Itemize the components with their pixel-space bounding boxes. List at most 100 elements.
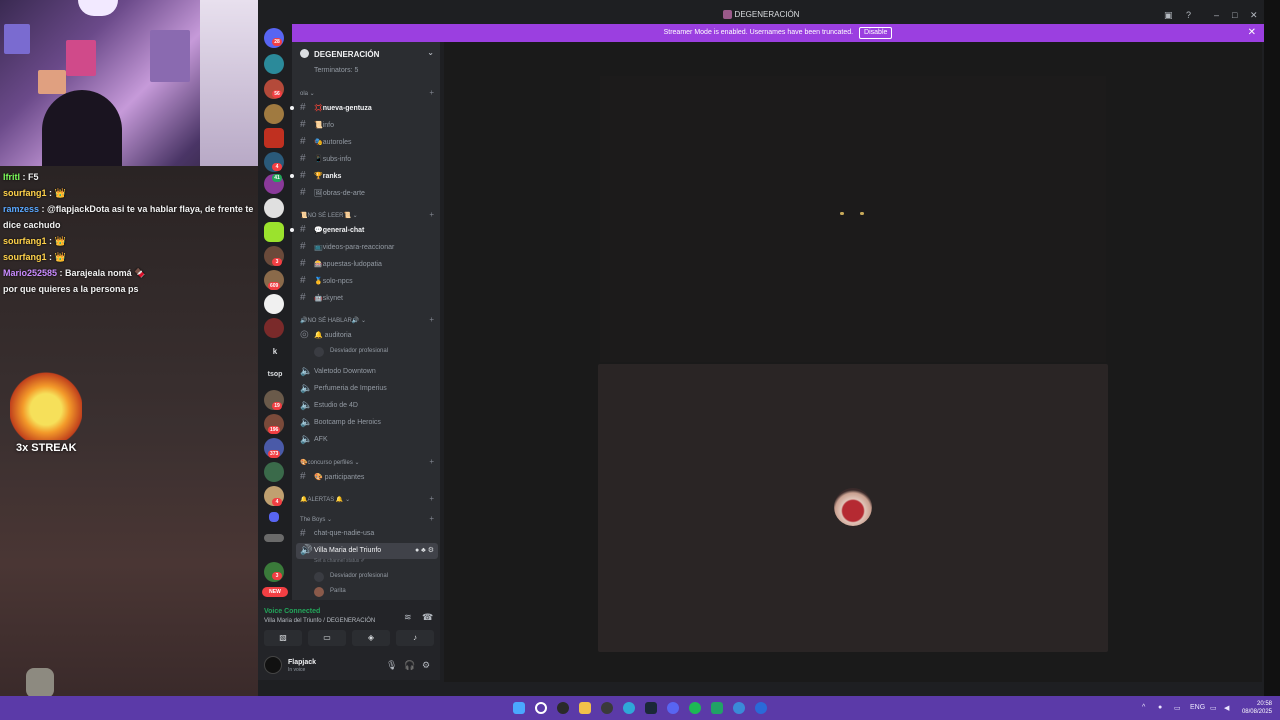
channel-participantes[interactable]: # 🎨 participantes	[292, 469, 440, 485]
soundboard-button[interactable]: ♪	[396, 630, 434, 646]
file-explorer-icon[interactable]	[579, 702, 591, 714]
username[interactable]: Flapjack	[288, 659, 316, 666]
channel-info[interactable]: # 📜info	[292, 117, 440, 133]
category-alertas[interactable]: 🔔ALERTAS 🔔 ⌄	[300, 496, 350, 503]
channel-autoroles[interactable]: # 🎭autoroles	[292, 134, 440, 150]
participant-tile[interactable]	[598, 364, 1108, 652]
stage-icon: ◎	[300, 329, 309, 340]
channel-estudio[interactable]: 🔈 Estudio de 4D	[292, 398, 440, 414]
noise-suppression-icon[interactable]: ≋	[404, 612, 412, 623]
server-icon[interactable]	[264, 294, 284, 314]
microphone-icon[interactable]: ●	[1158, 704, 1162, 711]
server-letter-tsop[interactable]: tsop	[258, 371, 292, 378]
chevron-up-icon[interactable]: ^	[1142, 704, 1145, 711]
add-channel-icon[interactable]: +	[429, 494, 434, 503]
disconnect-icon[interactable]: ☎	[422, 612, 433, 623]
steam-icon[interactable]	[645, 702, 657, 714]
volume-icon[interactable]: ◀	[1224, 704, 1229, 712]
voice-member[interactable]: Desviador profesional	[314, 347, 388, 357]
channel-obras-de-arte[interactable]: # 🖼obras-de-arte	[292, 185, 440, 201]
voice-status[interactable]: Voice Connected	[264, 608, 320, 615]
speaker-icon: 🔈	[300, 434, 313, 445]
channel-chat-que-nadie-usa[interactable]: # chat-que-nadie-usa	[292, 526, 440, 542]
clock-date: 08/08/2025	[1241, 709, 1272, 715]
server-icon[interactable]	[264, 54, 284, 74]
streak-dog-image	[10, 372, 82, 440]
search-icon[interactable]	[535, 702, 547, 714]
microphone-icon[interactable]: 🎙	[386, 660, 397, 671]
app-icon[interactable]	[755, 702, 767, 714]
server-letter-k[interactable]: k	[258, 347, 292, 356]
disable-streamer-button[interactable]: Disable	[859, 27, 893, 39]
discord-icon[interactable]	[667, 702, 679, 714]
server-icon[interactable]	[264, 534, 284, 542]
share-screen-button[interactable]: ▭	[308, 630, 346, 646]
avatar[interactable]	[264, 656, 282, 674]
category-no-se-hablar[interactable]: 🔊NO SÉ HABLAR🔊 ⌄	[300, 317, 366, 324]
channel-ranks[interactable]: # 🏆ranks	[290, 168, 440, 184]
category-concurso[interactable]: 🎨concurso perfiles ⌄	[300, 459, 360, 466]
server-icon[interactable]	[264, 128, 284, 148]
clock[interactable]: 20:58 08/08/2025	[1242, 700, 1272, 716]
chevron-down-icon[interactable]: ⌄	[427, 48, 434, 57]
channel-villa-maria[interactable]: 🔊 Villa Maria del Triunfo ● ♣ ⚙	[296, 543, 438, 559]
server-icon[interactable]	[264, 104, 284, 124]
browser-icon[interactable]	[733, 702, 745, 714]
channel-subs-info[interactable]: # 📱subs-info	[292, 151, 440, 167]
streamer-banner-text: Streamer Mode is enabled. Usernames have…	[663, 29, 854, 36]
wall-poster	[38, 70, 66, 94]
network-icon[interactable]: ▭	[1210, 704, 1217, 712]
channel-auditoria[interactable]: ◎ 🔔 auditoria	[292, 327, 440, 343]
channel-valetodo[interactable]: 🔈 Valetodo Downtown	[292, 364, 440, 380]
close-banner-icon[interactable]: ✕	[1248, 24, 1256, 42]
minimize-icon[interactable]: –	[1214, 10, 1219, 20]
headphones-icon[interactable]: 🎧	[404, 660, 415, 671]
start-icon[interactable]	[513, 702, 525, 714]
spotify-icon[interactable]	[689, 702, 701, 714]
edge-icon[interactable]	[623, 702, 635, 714]
app-icon[interactable]	[557, 702, 569, 714]
wall-poster	[150, 30, 190, 82]
category-no-se-leer[interactable]: 📜NO SÉ LEER📜 ⌄	[300, 212, 358, 219]
voice-channel-path[interactable]: Villa Maria del Triunfo / DEGENERACIÓN	[264, 618, 375, 624]
channel-nueva-gentuza[interactable]: # 💢nueva-gentuza	[290, 100, 440, 116]
close-window-icon[interactable]: ✕	[1250, 10, 1258, 20]
channel-general-chat[interactable]: # 💬general-chat	[290, 222, 440, 238]
channel-afk[interactable]: 🔈 AFK	[292, 432, 440, 448]
server-header[interactable]: DEGENERACIÓN ⌄	[292, 42, 440, 66]
category-the-boys[interactable]: The Boys ⌄	[300, 516, 332, 523]
video-tile[interactable]	[600, 76, 1106, 362]
excel-icon[interactable]	[711, 702, 723, 714]
server-icon[interactable]	[264, 222, 284, 242]
language-indicator[interactable]: ENG	[1190, 704, 1205, 711]
keyboard-icon[interactable]: ▭	[1174, 704, 1181, 712]
server-icon[interactable]	[264, 318, 284, 338]
category-ola[interactable]: ola ⌄	[300, 90, 315, 97]
set-channel-status[interactable]: Set a channel status ✐	[314, 558, 365, 564]
maximize-icon[interactable]: □	[1232, 10, 1237, 20]
camera-button[interactable]: ▧	[264, 630, 302, 646]
inbox-icon[interactable]: ▣	[1164, 10, 1173, 20]
channel-apuestas[interactable]: # 🎰apuestas-ludopatia	[292, 256, 440, 272]
channel-skynet[interactable]: # 🤖skynet	[292, 290, 440, 306]
folder-icon[interactable]	[269, 512, 279, 522]
channel-bootcamp[interactable]: 🔈 Bootcamp de Heroics	[292, 415, 440, 431]
channel-solo-npcs[interactable]: # 🥇solo-npcs	[292, 273, 440, 289]
activity-button[interactable]: ◈	[352, 630, 390, 646]
server-icon[interactable]	[264, 462, 284, 482]
help-icon[interactable]: ?	[1186, 10, 1191, 20]
chat-username: Ifritl	[3, 172, 20, 182]
channel-videos[interactable]: # 📺videos-para-reaccionar	[292, 239, 440, 255]
voice-member[interactable]: Parita	[314, 587, 346, 597]
channel-perfumeria[interactable]: 🔈 Perfumeria de Imperius	[292, 381, 440, 397]
add-channel-icon[interactable]: +	[429, 315, 434, 324]
channel-actions-icons[interactable]: ● ♣ ⚙	[415, 546, 434, 554]
app-icon[interactable]	[601, 702, 613, 714]
gear-icon[interactable]: ⚙	[422, 660, 430, 671]
add-channel-icon[interactable]: +	[429, 210, 434, 219]
server-icon[interactable]	[264, 198, 284, 218]
add-channel-icon[interactable]: +	[429, 514, 434, 523]
add-channel-icon[interactable]: +	[429, 457, 434, 466]
voice-member[interactable]: Desviador profesional	[314, 572, 388, 582]
add-channel-icon[interactable]: +	[429, 88, 434, 97]
